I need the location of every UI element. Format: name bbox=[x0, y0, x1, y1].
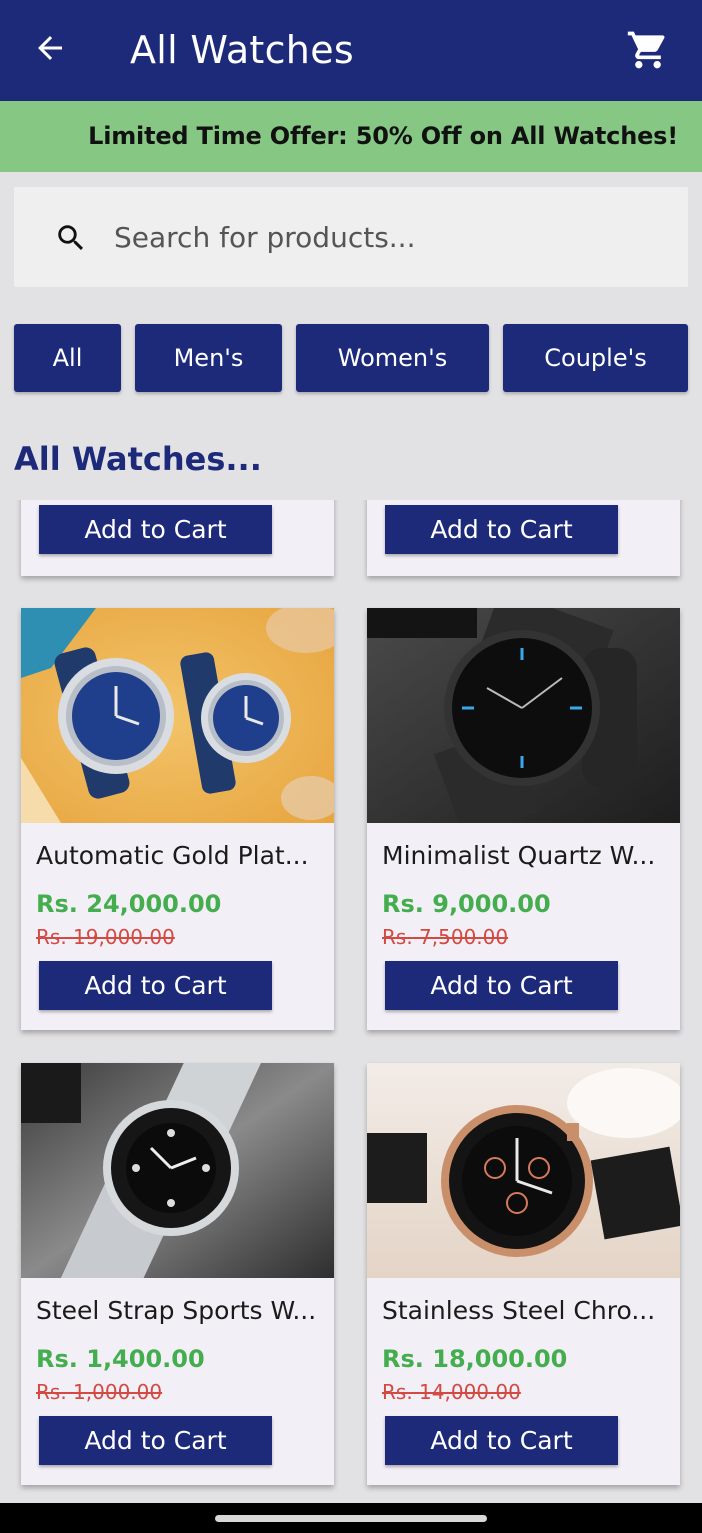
product-price: Rs. 18,000.00 bbox=[382, 1345, 568, 1373]
page-title: All Watches bbox=[130, 28, 354, 72]
add-to-cart-button[interactable]: Add to Cart bbox=[385, 961, 618, 1010]
product-old-price: Rs. 14,000.00 bbox=[382, 1380, 521, 1404]
product-image[interactable] bbox=[367, 1063, 680, 1278]
search-input[interactable] bbox=[114, 217, 654, 257]
product-card: Add to Cart bbox=[21, 500, 334, 576]
product-price: Rs. 9,000.00 bbox=[382, 890, 551, 918]
search-bar[interactable] bbox=[14, 187, 688, 287]
add-to-cart-button[interactable]: Add to Cart bbox=[385, 1416, 618, 1465]
filter-chip-couples[interactable]: Couple's bbox=[503, 324, 688, 392]
app-bar: All Watches bbox=[0, 0, 702, 101]
product-old-price: Rs. 1,000.00 bbox=[36, 1380, 163, 1404]
section-title: All Watches... bbox=[14, 440, 262, 478]
product-image[interactable] bbox=[367, 608, 680, 823]
product-card[interactable]: Steel Strap Sports W... Rs. 1,400.00 Rs.… bbox=[21, 1063, 334, 1485]
home-gesture-handle[interactable] bbox=[215, 1515, 487, 1522]
product-image[interactable] bbox=[21, 608, 334, 823]
product-card: Add to Cart bbox=[367, 500, 680, 576]
add-to-cart-button[interactable]: Add to Cart bbox=[39, 1416, 272, 1465]
shopping-cart-icon[interactable] bbox=[626, 28, 670, 72]
product-card[interactable]: Automatic Gold Plat... Rs. 24,000.00 Rs.… bbox=[21, 608, 334, 1030]
product-card[interactable]: Stainless Steel Chro... Rs. 18,000.00 Rs… bbox=[367, 1063, 680, 1485]
product-card[interactable]: Minimalist Quartz W... Rs. 9,000.00 Rs. … bbox=[367, 608, 680, 1030]
arrow-back-icon[interactable] bbox=[32, 30, 68, 66]
product-name: Minimalist Quartz W... bbox=[382, 841, 656, 870]
offer-text: Limited Time Offer: 50% Off on All Watch… bbox=[88, 122, 678, 150]
add-to-cart-button[interactable]: Add to Cart bbox=[39, 961, 272, 1010]
filter-chip-womens[interactable]: Women's bbox=[296, 324, 489, 392]
product-price: Rs. 1,400.00 bbox=[36, 1345, 205, 1373]
offer-banner: Limited Time Offer: 50% Off on All Watch… bbox=[0, 101, 702, 172]
filter-chip-all[interactable]: All bbox=[14, 324, 121, 392]
add-to-cart-button[interactable]: Add to Cart bbox=[385, 505, 618, 554]
add-to-cart-button[interactable]: Add to Cart bbox=[39, 505, 272, 554]
product-name: Steel Strap Sports W... bbox=[36, 1296, 317, 1325]
system-navigation-bar bbox=[0, 1503, 702, 1533]
product-grid[interactable]: Add to Cart Add to Cart Automatic Gold P… bbox=[0, 500, 702, 1503]
product-old-price: Rs. 19,000.00 bbox=[36, 925, 175, 949]
product-name: Stainless Steel Chro... bbox=[382, 1296, 656, 1325]
product-old-price: Rs. 7,500.00 bbox=[382, 925, 509, 949]
product-price: Rs. 24,000.00 bbox=[36, 890, 222, 918]
product-name: Automatic Gold Plat... bbox=[36, 841, 309, 870]
filter-chip-mens[interactable]: Men's bbox=[135, 324, 282, 392]
product-image[interactable] bbox=[21, 1063, 334, 1278]
search-icon bbox=[58, 225, 84, 251]
